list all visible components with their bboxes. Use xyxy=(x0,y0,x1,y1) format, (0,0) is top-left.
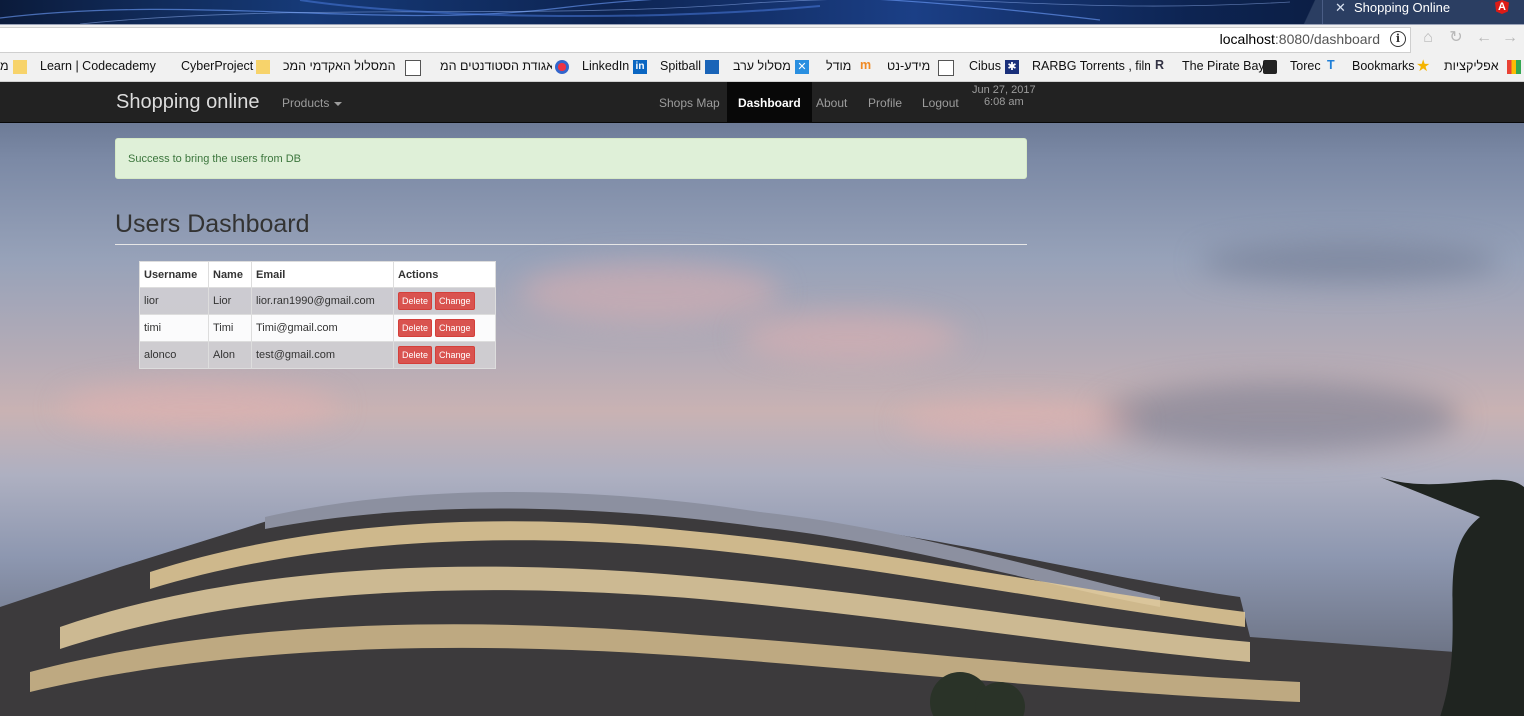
url-path: :8080/dashboard xyxy=(1274,31,1380,47)
delete-button[interactable]: Delete xyxy=(398,292,433,310)
change-button[interactable]: Change xyxy=(435,292,475,310)
nav-dashboard[interactable]: Dashboard xyxy=(727,82,812,122)
users-table: Username Name Email Actions lior Lior li… xyxy=(139,261,496,369)
page-viewport: Shopping online Products Shops Map Dashb… xyxy=(0,82,1524,716)
clock-date: Jun 27, 2017 xyxy=(972,84,1036,96)
bookmark-cibus[interactable]: Cibus xyxy=(969,59,1001,73)
cell-actions: Delete Change xyxy=(393,314,496,342)
cell-name: Alon xyxy=(208,341,252,369)
background-cloud xyxy=(900,402,1140,442)
background-cloud xyxy=(520,262,780,322)
bookmark-torec[interactable]: Torec xyxy=(1290,59,1321,73)
apps-grid-icon xyxy=(1507,60,1521,74)
url-host: localhost xyxy=(1219,31,1275,47)
products-label: Products xyxy=(282,96,330,110)
table-row: lior Lior lior.ran1990@gmail.com Delete C… xyxy=(139,287,496,315)
folder-icon xyxy=(13,60,27,74)
products-dropdown[interactable]: Products xyxy=(282,96,343,110)
bookmark-spitball[interactable]: Spitball xyxy=(660,59,701,73)
bookmark-more[interactable]: מ xyxy=(0,59,9,73)
mall-building-image xyxy=(0,477,1524,716)
column-header-name: Name xyxy=(208,261,252,288)
table-header-row: Username Name Email Actions xyxy=(139,261,496,288)
spitball-icon xyxy=(705,60,719,74)
angular-icon: A xyxy=(1495,0,1509,14)
nav-shops-map[interactable]: Shops Map xyxy=(659,96,720,110)
puzzle-icon xyxy=(405,60,421,76)
cell-name: Lior xyxy=(208,287,252,315)
delete-button[interactable]: Delete xyxy=(398,346,433,364)
bookmark-apps[interactable]: אפליקציות xyxy=(1444,59,1499,73)
student-icon xyxy=(555,60,569,74)
delete-button[interactable]: Delete xyxy=(398,319,433,337)
nav-about[interactable]: About xyxy=(816,96,847,110)
browser-tab[interactable]: ✕ Shopping Online A xyxy=(1322,0,1524,24)
cell-email: lior.ran1990@gmail.com xyxy=(251,287,394,315)
bookmarks-bar: אפליקציות ★ Bookmarks T Torec The Pirate… xyxy=(0,53,1524,82)
cell-name: Timi xyxy=(208,314,252,342)
reload-icon[interactable]: ↻ xyxy=(1446,28,1466,48)
moodle-icon: m xyxy=(860,58,872,72)
nav-logout[interactable]: Logout xyxy=(922,96,959,110)
background-cloud xyxy=(60,382,340,432)
brand-logo[interactable]: Shopping online xyxy=(116,91,259,114)
bookmark-moodle[interactable]: מודל xyxy=(826,59,851,73)
column-header-username: Username xyxy=(139,261,209,288)
bookmark-pirate-bay[interactable]: The Pirate Bay xyxy=(1182,59,1265,73)
bookmark-codecademy[interactable]: Learn | Codecademy xyxy=(40,59,156,73)
cell-username: alonco xyxy=(139,341,209,369)
caret-down-icon xyxy=(334,101,343,106)
site-info-icon[interactable]: i xyxy=(1390,31,1406,47)
navbar-clock: Jun 27, 2017 6:08 am xyxy=(972,84,1036,108)
tab-close-icon[interactable]: ✕ xyxy=(1335,0,1349,15)
background-cloud xyxy=(1200,242,1500,282)
home-icon[interactable]: ⌂ xyxy=(1418,28,1438,48)
page-title: Users Dashboard xyxy=(115,210,310,238)
background-cloud xyxy=(740,312,960,362)
nav-profile[interactable]: Profile xyxy=(868,96,902,110)
window-background-art xyxy=(0,0,1290,24)
tab-title: Shopping Online xyxy=(1354,0,1451,15)
cell-email: Timi@gmail.com xyxy=(251,314,394,342)
table-row: alonco Alon test@gmail.com Delete Change xyxy=(139,341,496,369)
cell-actions: Delete Change xyxy=(393,341,496,369)
pirate-bay-icon xyxy=(1263,60,1277,74)
browser-title-bar: ✕ Shopping Online A xyxy=(0,0,1524,24)
bookmark-rarbg[interactable]: RARBG Torrents , film xyxy=(1032,59,1150,73)
address-bar: localhost:8080/dashboard i ⌂ ↻ ← → xyxy=(0,25,1524,53)
torec-icon: T xyxy=(1327,58,1335,72)
folder-icon xyxy=(256,60,270,74)
linkedin-icon: in xyxy=(633,60,647,74)
success-alert: Success to bring the users from DB xyxy=(115,138,1027,179)
table-row: timi Timi Timi@gmail.com Delete Change xyxy=(139,314,496,342)
column-header-actions: Actions xyxy=(393,261,496,288)
bookmark-linkedin[interactable]: LinkedIn xyxy=(582,59,629,73)
change-button[interactable]: Change xyxy=(435,346,475,364)
page-header: Users Dashboard xyxy=(115,210,1027,245)
bookmark-evening-track[interactable]: מסלול ערב xyxy=(733,59,791,73)
url-input[interactable]: localhost:8080/dashboard i xyxy=(0,27,1411,53)
bookmark-bookmarks[interactable]: Bookmarks xyxy=(1352,59,1415,73)
x-icon: ✕ xyxy=(795,60,809,74)
cell-username: timi xyxy=(139,314,209,342)
back-icon[interactable]: ← xyxy=(1474,28,1494,48)
cell-actions: Delete Change xyxy=(393,287,496,315)
change-button[interactable]: Change xyxy=(435,319,475,337)
puzzle-icon xyxy=(938,60,954,76)
bookmark-meida-net[interactable]: מידע-נט xyxy=(887,59,930,73)
cell-username: lior xyxy=(139,287,209,315)
rarbg-icon: R xyxy=(1155,58,1165,72)
cell-email: test@gmail.com xyxy=(251,341,394,369)
clock-time: 6:08 am xyxy=(983,96,1024,108)
forward-icon[interactable]: → xyxy=(1500,28,1520,48)
top-navbar: Shopping online Products Shops Map Dashb… xyxy=(0,82,1524,123)
cibus-icon: ✱ xyxy=(1005,60,1019,74)
star-icon: ★ xyxy=(1416,58,1431,75)
bookmark-student-union[interactable]: אגודת הסטודנטים המ xyxy=(440,59,552,73)
bookmark-cyberproject[interactable]: CyberProject xyxy=(181,59,253,73)
column-header-email: Email xyxy=(251,261,394,288)
background-cloud xyxy=(1100,382,1460,452)
bookmark-academic-track[interactable]: המסלול האקדמי המכ xyxy=(283,59,401,73)
